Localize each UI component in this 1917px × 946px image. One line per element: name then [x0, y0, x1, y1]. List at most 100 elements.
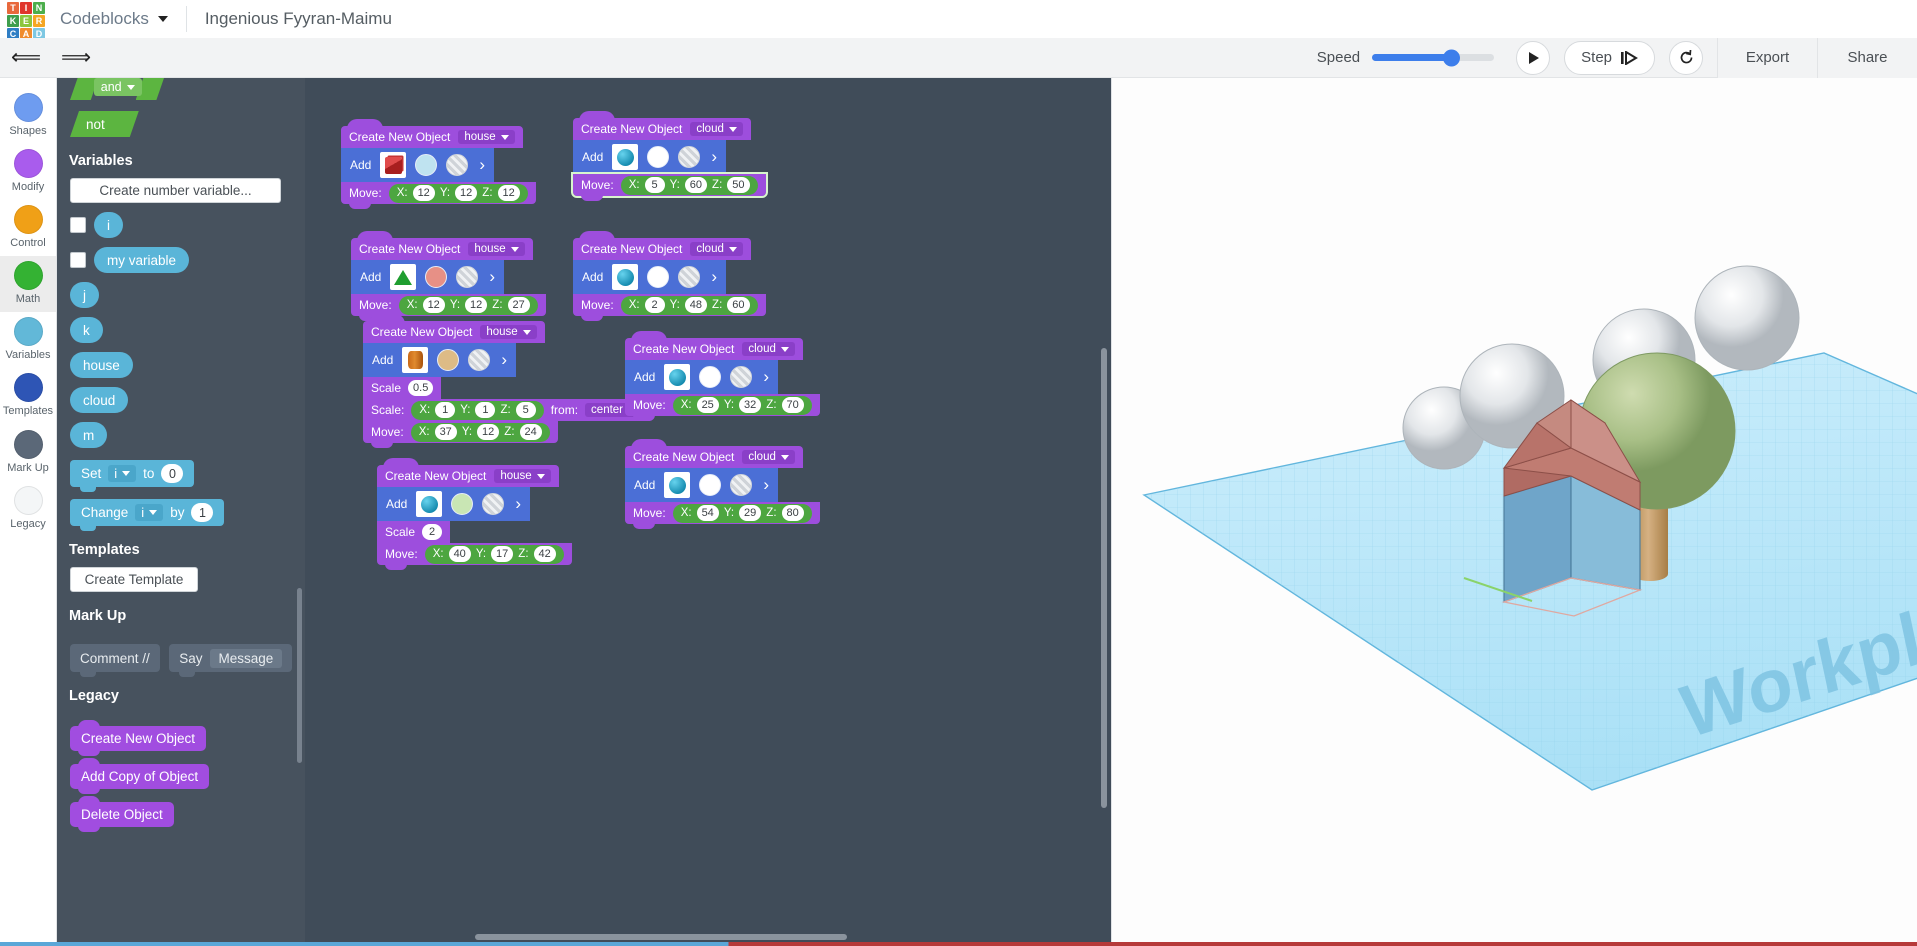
code-stack-cloud-3[interactable]: Create New Object cloud Add › Move: X: 25 Y: 32 Z… [625, 331, 820, 421]
code-stack-house-cylinder[interactable]: Create New Object house Add › Scale 0.5 Scale:… [363, 314, 651, 448]
shape-swatch[interactable] [664, 472, 691, 498]
move-z-value[interactable]: 50 [727, 177, 750, 193]
variable-pill-my-variable[interactable]: my variable [94, 247, 190, 273]
set-block-var-dropdown[interactable]: i [108, 465, 137, 482]
object-target-dropdown[interactable]: house [468, 242, 525, 256]
create-new-object-hat[interactable]: Create New Object cloud [573, 111, 751, 140]
move-z-value[interactable]: 60 [727, 297, 750, 313]
legacy-block-delete-object[interactable]: Delete Object [70, 796, 174, 832]
rail-item-shapes[interactable]: Shapes [0, 88, 56, 144]
hole-swatch[interactable] [468, 349, 491, 371]
move-x-value[interactable]: 40 [448, 546, 471, 562]
code-stack-house-roof[interactable]: Create New Object house Add › Move: X: 12 Y: 12 Z… [351, 231, 546, 321]
hole-swatch[interactable] [456, 266, 479, 288]
create-new-object-hat[interactable]: Create New Object house [341, 119, 523, 148]
object-target-dropdown[interactable]: house [494, 469, 551, 483]
chevron-right-icon[interactable]: › [489, 267, 495, 287]
chevron-right-icon[interactable]: › [711, 147, 717, 167]
shape-swatch[interactable] [380, 152, 407, 178]
move-y-value[interactable]: 12 [477, 424, 500, 440]
palette-block-and[interactable]: and [65, 78, 305, 100]
say-block-value[interactable]: Message [209, 648, 283, 668]
move-block[interactable]: Move: X: 12 Y: 12 Z: 12 [341, 182, 536, 209]
hole-swatch[interactable] [730, 474, 753, 496]
speed-slider-knob[interactable] [1442, 49, 1460, 66]
add-shape-block[interactable]: Add › [573, 260, 727, 294]
object-target-dropdown[interactable]: cloud [690, 122, 743, 136]
code-stack-house-cube[interactable]: Create New Object house Add › Move: X: 12 Y: 12 Z… [341, 119, 536, 209]
code-stack-cloud-1[interactable]: Create New Object cloud Add › Move: X: 5 Y: 60 Z:… [571, 111, 768, 201]
color-swatch[interactable] [451, 493, 474, 515]
move-y-value[interactable]: 12 [465, 297, 488, 313]
play-icon[interactable] [1516, 40, 1551, 75]
speed-slider[interactable] [1372, 49, 1495, 66]
step-button[interactable]: Step [1564, 40, 1655, 75]
code-canvas[interactable]: Create New Object house Add › Move: X: 12 Y: 12 Z… [305, 78, 1111, 946]
add-shape-block[interactable]: Add › [625, 468, 779, 502]
undo-arrow-icon[interactable]: ⟸ [11, 46, 41, 70]
variable-pill-i[interactable]: i [94, 212, 123, 238]
scale-y-value[interactable]: 1 [475, 402, 496, 418]
move-x-value[interactable]: 2 [644, 297, 665, 313]
object-target-dropdown[interactable]: cloud [742, 450, 795, 464]
rail-item-mark-up[interactable]: Mark Up [0, 425, 56, 481]
create-template-button[interactable]: Create Template [70, 567, 198, 592]
move-z-value[interactable]: 12 [497, 185, 520, 201]
create-new-object-hat[interactable]: Create New Object house [377, 458, 559, 487]
chevron-right-icon[interactable]: › [763, 367, 769, 387]
hole-swatch[interactable] [678, 266, 701, 288]
change-block-var-dropdown[interactable]: i [135, 504, 164, 521]
move-x-value[interactable]: 37 [434, 424, 457, 440]
create-new-object-hat[interactable]: Create New Object house [351, 231, 533, 260]
chevron-right-icon[interactable]: › [501, 350, 507, 370]
move-block[interactable]: Move: X: 40 Y: 17 Z: 42 [377, 543, 572, 570]
move-block[interactable]: Move: X: 25 Y: 32 Z: 70 [625, 394, 820, 421]
variable-pill-j[interactable]: j [70, 282, 99, 308]
move-y-value[interactable]: 60 [684, 177, 708, 193]
move-z-value[interactable]: 80 [781, 505, 804, 521]
add-shape-block[interactable]: Add › [573, 140, 727, 174]
variable-pill-k[interactable]: k [70, 317, 103, 343]
create-new-object-hat[interactable]: Create New Object cloud [625, 439, 803, 468]
chevron-right-icon[interactable]: › [479, 155, 485, 175]
add-shape-block[interactable]: Add › [377, 487, 531, 521]
shape-swatch[interactable] [416, 491, 443, 517]
block-palette[interactable]: and not Variables Create number variable… [57, 78, 305, 946]
color-swatch[interactable] [415, 154, 438, 176]
restart-icon[interactable] [1669, 40, 1703, 75]
move-y-value[interactable]: 32 [739, 397, 762, 413]
color-swatch[interactable] [699, 366, 722, 388]
move-block[interactable]: Move: X: 37 Y: 12 Z: 24 [363, 421, 558, 448]
object-target-dropdown[interactable]: house [458, 130, 515, 144]
scale-z-value[interactable]: 5 [515, 402, 536, 418]
change-variable-block[interactable]: Change i by 1 [70, 499, 225, 531]
three-d-viewport[interactable]: Workplane [1110, 78, 1917, 946]
rail-item-templates[interactable]: Templates [0, 368, 56, 424]
color-swatch[interactable] [647, 146, 670, 168]
rail-item-control[interactable]: Control [0, 200, 56, 256]
move-block[interactable]: Move: X: 12 Y: 12 Z: 27 [351, 294, 546, 321]
chevron-right-icon[interactable]: › [711, 267, 717, 287]
variable-row-my-variable[interactable]: my variable [70, 247, 305, 273]
scale-block[interactable]: Scale 2 [377, 521, 451, 543]
legacy-block-create-new-object[interactable]: Create New Object [70, 720, 207, 756]
palette-block-not[interactable]: not [65, 111, 305, 137]
object-target-dropdown[interactable]: house [480, 325, 537, 339]
move-z-value[interactable]: 24 [519, 424, 542, 440]
rail-item-modify[interactable]: Modify [0, 144, 56, 200]
move-z-value[interactable]: 70 [781, 397, 804, 413]
and-dropdown[interactable]: and [93, 78, 142, 96]
shape-swatch[interactable] [664, 364, 691, 390]
move-y-value[interactable]: 12 [455, 185, 478, 201]
move-block[interactable]: Move: X: 2 Y: 48 Z: 60 [573, 294, 766, 321]
create-new-object-hat[interactable]: Create New Object house [363, 314, 545, 343]
move-x-value[interactable]: 12 [422, 297, 445, 313]
export-button[interactable]: Export [1717, 37, 1817, 78]
create-new-object-hat[interactable]: Create New Object cloud [625, 331, 803, 360]
rail-item-legacy[interactable]: Legacy [0, 481, 56, 537]
add-shape-block[interactable]: Add › [363, 343, 517, 377]
canvas-horizontal-scrollbar[interactable] [475, 934, 847, 940]
tinkercad-logo[interactable]: TINKERCAD [4, 0, 45, 40]
rail-item-math[interactable]: Math [0, 256, 56, 313]
create-new-object-hat[interactable]: Create New Object cloud [573, 231, 751, 260]
